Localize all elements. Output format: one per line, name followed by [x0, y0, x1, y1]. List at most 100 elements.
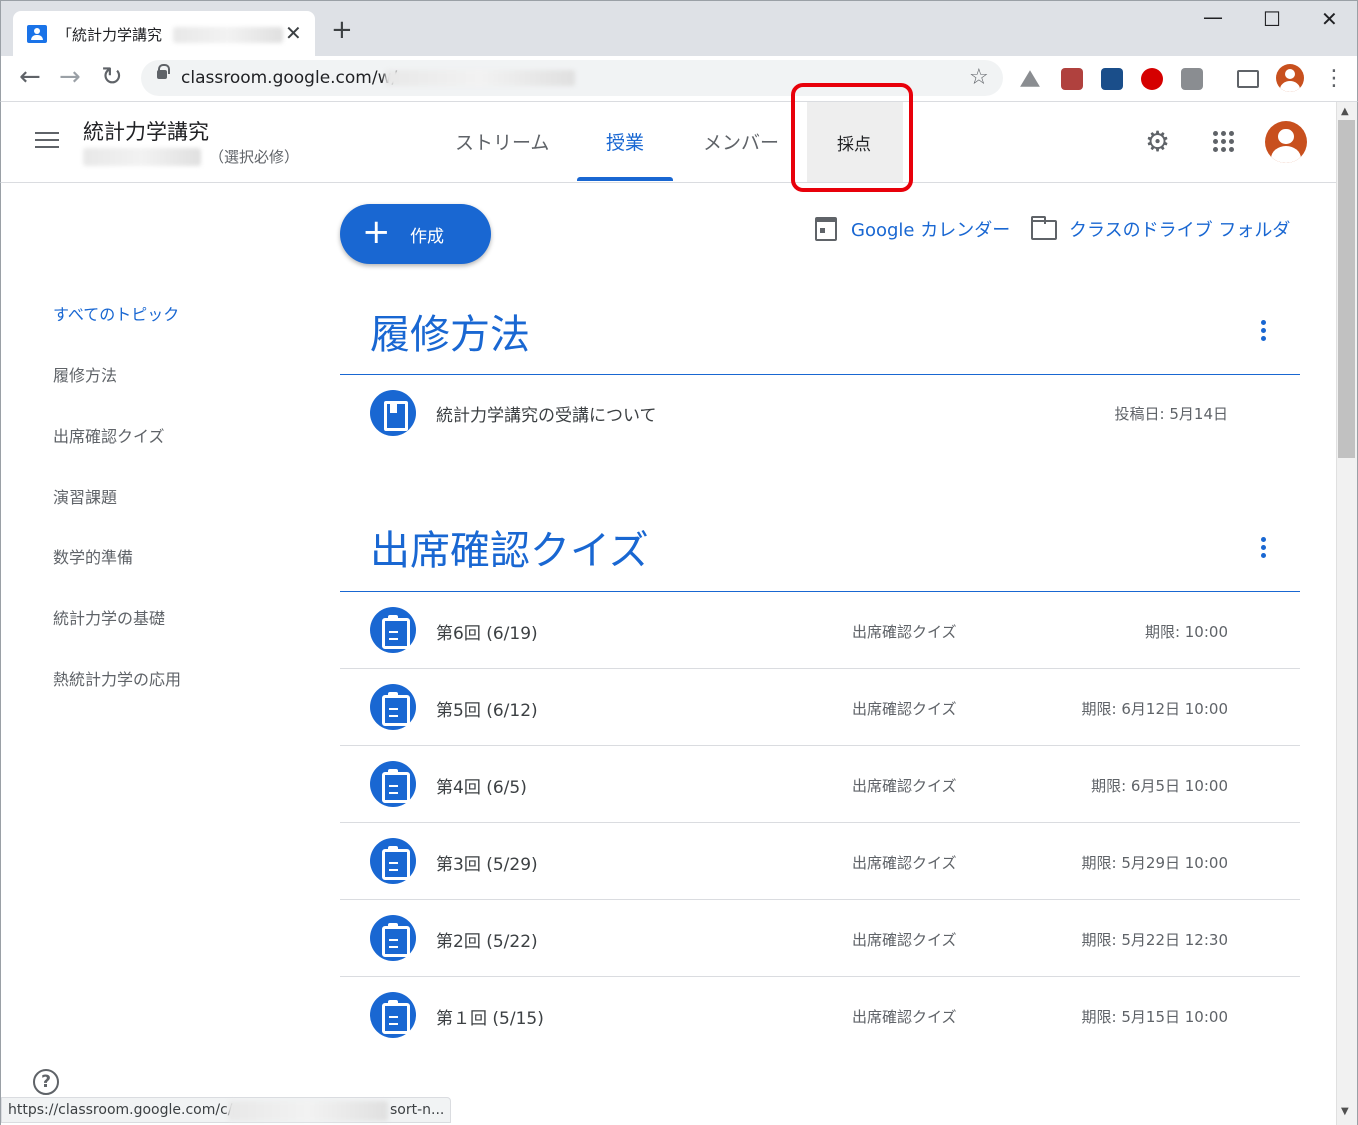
class-drive-folder-link[interactable]: クラスのドライブ フォルダ	[1069, 216, 1290, 242]
tab-title-redacted	[173, 27, 283, 43]
account-avatar[interactable]	[1265, 121, 1307, 163]
section-title: 出席確認クイズ	[370, 528, 649, 574]
item-title: 統計力学講究の受講について	[436, 406, 657, 426]
item-topic: 出席確認クイズ	[852, 623, 957, 641]
assignment-icon	[370, 761, 416, 807]
section-title: 履修方法	[370, 312, 530, 358]
lock-extension-icon[interactable]	[1101, 68, 1123, 90]
link-status-bar: https://classroom.google.com/c/ sort-n..…	[1, 1097, 451, 1123]
browser-tab[interactable]: 「統計力学講究 ✕	[13, 11, 315, 57]
drive-extension-icon[interactable]	[1020, 70, 1040, 87]
highlight-annotation	[791, 83, 913, 192]
active-tab-indicator	[577, 177, 673, 181]
scrollbar-thumb[interactable]	[1338, 120, 1355, 458]
item-topic: 出席確認クイズ	[852, 777, 957, 795]
row-divider	[340, 976, 1300, 977]
classroom-header: 統計力学講究 （選択必修） ストリーム 授業 メンバー 採点 ⚙	[0, 102, 1336, 183]
item-title: 第6回 (6/19)	[436, 624, 538, 644]
tab-close-icon[interactable]: ✕	[285, 21, 302, 45]
row-divider	[340, 899, 1300, 900]
settings-gear-icon[interactable]: ⚙	[1145, 128, 1170, 156]
status-url-redacted	[228, 1101, 388, 1121]
tab-title: 「統計力学講究	[57, 26, 163, 44]
row-divider	[340, 745, 1300, 746]
section-more-icon[interactable]	[1260, 537, 1268, 559]
status-url: https://classroom.google.com/c/	[8, 1102, 233, 1118]
minimize-icon[interactable]: —	[1203, 5, 1223, 29]
assignment-icon	[370, 684, 416, 730]
row-divider	[340, 668, 1300, 669]
create-button-label: 作成	[410, 227, 444, 247]
chat-extension-icon[interactable]	[1181, 68, 1203, 90]
maximize-icon[interactable]: ☐	[1263, 7, 1281, 31]
url-redacted	[385, 70, 575, 86]
topic-item[interactable]: 演習課題	[53, 484, 117, 508]
scroll-down-arrow-icon[interactable]: ▼	[1341, 1106, 1349, 1117]
class-section: （選択必修）	[209, 148, 300, 166]
window-close-icon[interactable]: ✕	[1321, 7, 1338, 31]
item-due: 期限: 5月29日 10:00	[1081, 854, 1228, 872]
forward-icon[interactable]: →	[59, 62, 81, 92]
section-more-icon[interactable]	[1260, 320, 1268, 342]
assignment-icon	[370, 915, 416, 961]
section-divider	[340, 374, 1300, 375]
material-icon	[370, 390, 416, 436]
new-tab-icon[interactable]: +	[331, 17, 353, 43]
pdf-extension-icon[interactable]	[1061, 68, 1083, 90]
tab-people[interactable]: メンバー	[703, 128, 779, 155]
tab-stream[interactable]: ストリーム	[455, 128, 549, 155]
google-apps-icon[interactable]	[1213, 131, 1237, 155]
section-divider	[340, 591, 1300, 592]
plus-icon: +	[362, 212, 391, 252]
help-icon[interactable]: ?	[33, 1069, 59, 1095]
item-due: 期限: 5月15日 10:00	[1081, 1008, 1228, 1026]
item-due: 期限: 6月12日 10:00	[1081, 700, 1228, 718]
item-title: 第１回 (5/15)	[436, 1009, 544, 1029]
assignment-icon	[370, 607, 416, 653]
address-url: classroom.google.com/w/	[181, 68, 398, 88]
class-name[interactable]: 統計力学講究	[83, 116, 209, 146]
status-url-tail: sort-n...	[390, 1102, 445, 1118]
main-menu-icon[interactable]	[35, 132, 59, 150]
browser-menu-icon[interactable]: ⋮	[1323, 64, 1345, 94]
browser-tab-strip: 「統計力学講究 ✕ + — ☐ ✕	[0, 0, 1358, 57]
browser-toolbar: ← → ↻ classroom.google.com/w/ ☆ ⋮	[0, 56, 1358, 102]
item-posted-date: 投稿日: 5月14日	[1114, 405, 1228, 423]
security-extension-icon[interactable]	[1141, 68, 1163, 90]
topic-all[interactable]: すべてのトピック	[53, 301, 179, 325]
lock-icon	[157, 64, 170, 79]
classroom-favicon-icon	[27, 25, 47, 43]
class-section-redacted	[83, 148, 201, 166]
item-topic: 出席確認クイズ	[852, 931, 957, 949]
create-button[interactable]: + 作成	[340, 204, 491, 264]
reload-icon[interactable]: ↻	[101, 62, 123, 92]
browser-profile-avatar[interactable]	[1276, 64, 1304, 92]
row-divider	[340, 822, 1300, 823]
bookmark-star-icon[interactable]: ☆	[969, 65, 989, 90]
topic-item[interactable]: 熱統計力学の応用	[53, 666, 181, 690]
tab-classwork[interactable]: 授業	[606, 128, 644, 155]
item-due: 期限: 10:00	[1144, 623, 1228, 641]
item-title: 第3回 (5/29)	[436, 855, 538, 875]
assignment-icon	[370, 838, 416, 884]
item-topic: 出席確認クイズ	[852, 854, 957, 872]
topic-item[interactable]: 数学的準備	[53, 544, 133, 568]
item-title: 第5回 (6/12)	[436, 701, 538, 721]
item-topic: 出席確認クイズ	[852, 700, 957, 718]
folder-icon	[1031, 216, 1057, 240]
assignment-icon	[370, 992, 416, 1038]
calendar-icon	[815, 217, 837, 241]
cast-icon[interactable]	[1237, 70, 1259, 88]
item-topic: 出席確認クイズ	[852, 1008, 957, 1026]
topic-sidebar: すべてのトピック 履修方法 出席確認クイズ 演習課題 数学的準備 統計力学の基礎…	[0, 183, 320, 1125]
topic-item[interactable]: 統計力学の基礎	[53, 605, 165, 629]
scroll-up-arrow-icon[interactable]: ▲	[1341, 106, 1349, 117]
back-icon[interactable]: ←	[19, 62, 41, 92]
item-due: 期限: 5月22日 12:30	[1081, 931, 1228, 949]
item-title: 第2回 (5/22)	[436, 932, 538, 952]
topic-item[interactable]: 履修方法	[53, 362, 117, 386]
item-due: 期限: 6月5日 10:00	[1091, 777, 1228, 795]
google-calendar-link[interactable]: Google カレンダー	[851, 216, 1010, 242]
topic-item[interactable]: 出席確認クイズ	[53, 423, 165, 447]
item-title: 第4回 (6/5)	[436, 778, 527, 798]
